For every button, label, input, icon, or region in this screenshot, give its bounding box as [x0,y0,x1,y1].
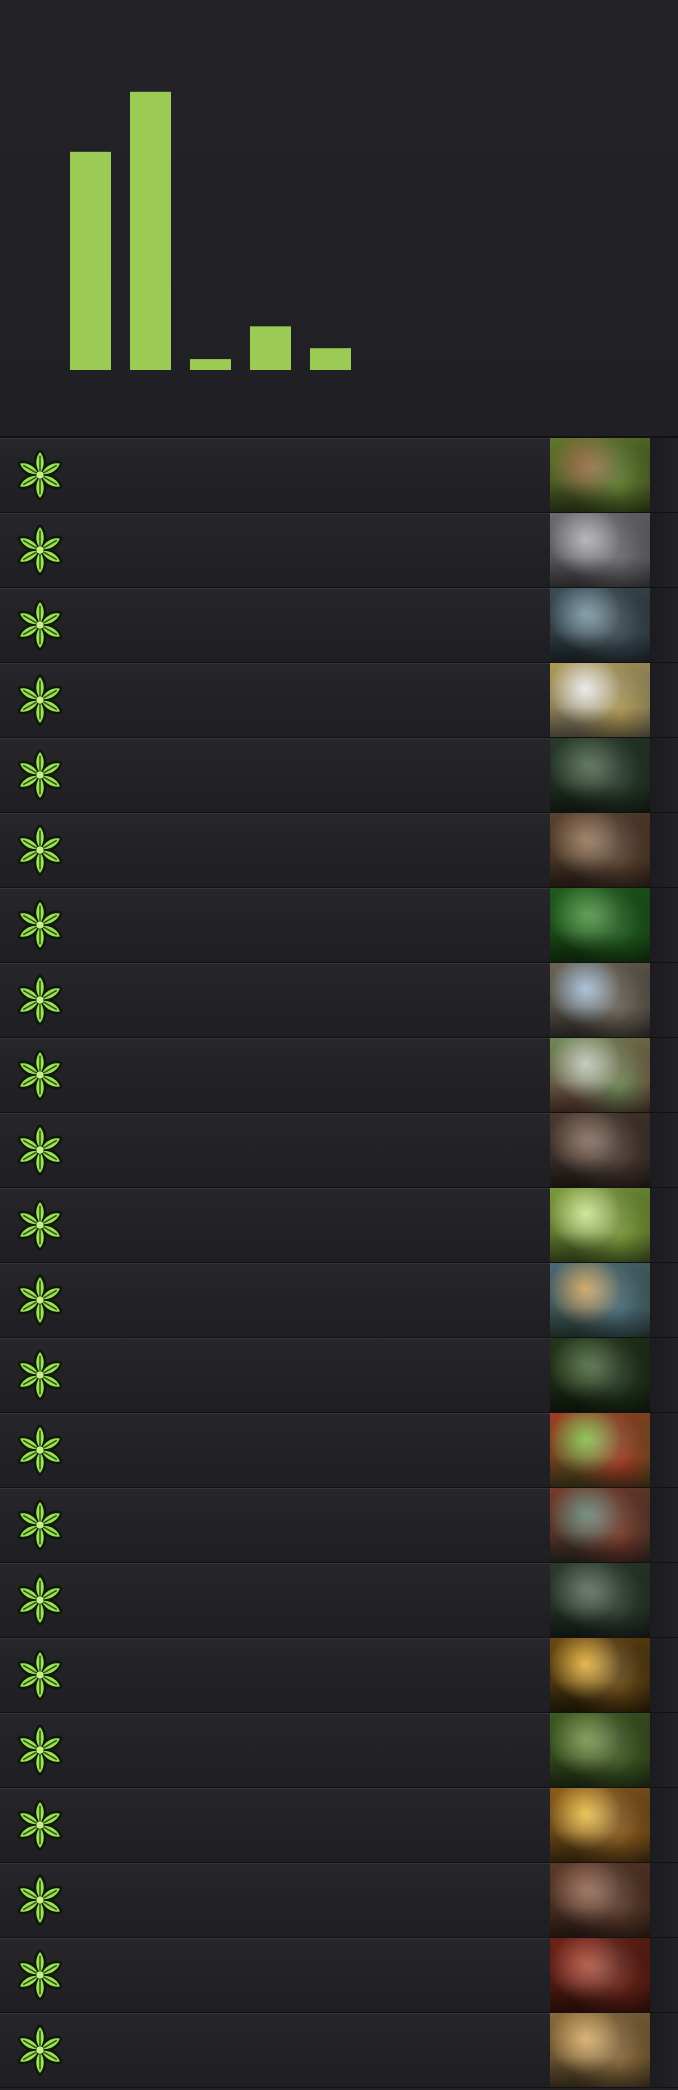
nature-faction-icon [17,1199,63,1251]
row-edge [650,1413,678,1487]
nature-faction-icon [17,749,63,801]
card-row-5[interactable] [0,738,678,813]
row-edge [650,663,678,737]
card-row-21[interactable] [0,1938,678,2013]
row-edge [650,513,678,587]
card-row-4[interactable] [0,663,678,738]
nature-faction-icon [17,1799,63,1851]
card-art-treant [550,1713,650,1787]
card-row-1[interactable] [0,438,678,513]
nature-faction-icon [17,899,63,951]
nature-faction-icon [17,674,63,726]
nature-faction-icon [17,1949,63,2001]
nature-faction-icon [17,1874,63,1926]
card-art-hooded-ranger [550,1338,650,1412]
card-row-10[interactable] [0,1113,678,1188]
card-row-19[interactable] [0,1788,678,1863]
card-row-17[interactable] [0,1638,678,1713]
card-art-crimson-giant [550,1938,650,2012]
card-art-golden-bird [550,1638,650,1712]
card-row-20[interactable] [0,1863,678,1938]
card-art-red-archer [550,1413,650,1487]
card-row-22[interactable] [0,2013,678,2088]
mana-bar-2 [130,91,171,371]
card-row-9[interactable] [0,1038,678,1113]
row-edge [650,1038,678,1112]
row-edge [650,738,678,812]
nature-faction-icon [17,1499,63,1551]
row-edge [650,1713,678,1787]
row-edge [650,1788,678,1862]
card-art-black-wolves [550,588,650,662]
row-edge [650,1563,678,1637]
card-row-16[interactable] [0,1563,678,1638]
mana-bar-3 [190,359,231,370]
card-art-ogre-pair [550,1863,650,1937]
card-art-dark-grove [550,1563,650,1637]
card-art-white-stag [550,1188,650,1262]
mana-curve-chart [0,0,678,438]
nature-faction-icon [17,1274,63,1326]
row-edge [650,813,678,887]
card-art-golden-minotaur [550,2013,650,2087]
mana-bar-4 [250,326,291,370]
card-row-3[interactable] [0,588,678,663]
row-edge [650,1263,678,1337]
card-art-grim-warrior [550,1113,650,1187]
card-row-8[interactable] [0,963,678,1038]
card-art-lion-folk [550,1263,650,1337]
card-row-13[interactable] [0,1338,678,1413]
card-art-snake-woman [550,888,650,962]
nature-faction-icon [17,1574,63,1626]
row-edge [650,1938,678,2012]
nature-faction-icon [17,599,63,651]
row-edge [650,438,678,512]
row-edge [650,588,678,662]
row-edge [650,1338,678,1412]
card-row-15[interactable] [0,1488,678,1563]
card-art-redhead-hero [550,438,650,512]
row-edge [650,1863,678,1937]
nature-faction-icon [17,1049,63,1101]
nature-faction-icon [17,2024,63,2076]
card-art-caped-knight [550,1488,650,1562]
card-art-forest-beast [550,738,650,812]
card-row-18[interactable] [0,1713,678,1788]
nature-faction-icon [17,524,63,576]
row-edge [650,1488,678,1562]
row-edge [650,1638,678,1712]
card-row-7[interactable] [0,888,678,963]
row-edge [650,2013,678,2087]
card-list [0,438,678,2088]
card-row-12[interactable] [0,1263,678,1338]
nature-faction-icon [17,824,63,876]
nature-faction-icon [17,1124,63,1176]
card-art-sword-in-stone [550,1038,650,1112]
card-art-golden-elf [550,1788,650,1862]
card-art-grey-rat [550,513,650,587]
card-row-14[interactable] [0,1413,678,1488]
card-row-6[interactable] [0,813,678,888]
card-tracker-panel [0,0,678,2090]
card-row-2[interactable] [0,513,678,588]
mana-bar-5 [310,348,351,370]
row-edge [650,888,678,962]
nature-faction-icon [17,449,63,501]
row-edge [650,963,678,1037]
card-art-brown-bear [550,813,650,887]
nature-faction-icon [17,974,63,1026]
card-art-owl-eye [550,663,650,737]
nature-faction-icon [17,1424,63,1476]
mana-bar-1 [70,151,111,370]
row-edge [650,1188,678,1262]
nature-faction-icon [17,1349,63,1401]
card-art-dwarf-warrior [550,963,650,1037]
nature-faction-icon [17,1724,63,1776]
mana-curve-svg [70,91,351,371]
nature-faction-icon [17,1649,63,1701]
row-edge [650,1113,678,1187]
card-row-11[interactable] [0,1188,678,1263]
